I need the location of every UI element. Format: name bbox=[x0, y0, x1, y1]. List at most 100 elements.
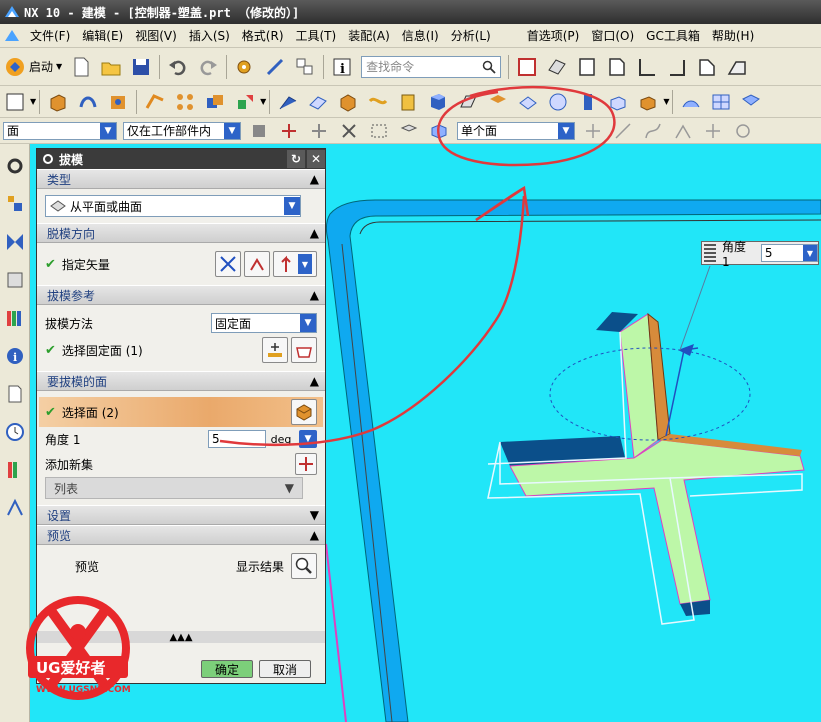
fit-view-button[interactable] bbox=[513, 54, 541, 80]
assembly-navigator-button[interactable] bbox=[2, 226, 28, 258]
save-button[interactable] bbox=[127, 54, 155, 80]
filter-settings-button[interactable] bbox=[245, 118, 273, 144]
shape-4-button[interactable] bbox=[633, 54, 661, 80]
redo-button[interactable] bbox=[194, 54, 222, 80]
reverse-direction-button[interactable] bbox=[215, 251, 241, 277]
shape-1-button[interactable] bbox=[543, 54, 571, 80]
block-button[interactable] bbox=[604, 89, 632, 115]
new-file-button[interactable] bbox=[67, 54, 95, 80]
draft-type-select[interactable]: 从平面或曲面 ▼ bbox=[45, 195, 301, 217]
snap-button[interactable] bbox=[275, 118, 303, 144]
window-button[interactable] bbox=[291, 54, 319, 80]
sketch-button[interactable] bbox=[1, 89, 29, 115]
snap-point-2[interactable] bbox=[609, 118, 637, 144]
face-select-button[interactable] bbox=[395, 118, 423, 144]
ok-button[interactable]: 确定 bbox=[201, 660, 253, 678]
shape-5-button[interactable] bbox=[663, 54, 691, 80]
open-button[interactable] bbox=[97, 54, 125, 80]
draft-body-button[interactable] bbox=[454, 89, 482, 115]
menu-format[interactable]: 格式(R) bbox=[236, 27, 290, 44]
snap-point-4[interactable] bbox=[669, 118, 697, 144]
command-search-input[interactable]: 查找命令 bbox=[361, 55, 502, 78]
reset-icon[interactable]: ↻ bbox=[287, 150, 305, 168]
shape-7-button[interactable] bbox=[723, 54, 751, 80]
show-result-button[interactable] bbox=[291, 553, 317, 579]
set-list-dropdown[interactable]: 列表 ▼ bbox=[45, 477, 303, 499]
menu-assembly[interactable]: 装配(A) bbox=[342, 27, 396, 44]
menu-analysis[interactable]: 分析(L) bbox=[445, 27, 497, 44]
selection-scope-select[interactable]: 仅在工作部件内 ▼ bbox=[123, 121, 241, 140]
snap-point-6[interactable] bbox=[729, 118, 757, 144]
palette-button[interactable] bbox=[2, 454, 28, 486]
trim-button[interactable] bbox=[364, 89, 392, 115]
vector-type-select[interactable]: ▼ bbox=[273, 251, 317, 277]
hole-button[interactable] bbox=[104, 89, 132, 115]
snap-point-3[interactable] bbox=[639, 118, 667, 144]
cylinder-button[interactable] bbox=[574, 89, 602, 115]
constraint-navigator-button[interactable] bbox=[2, 264, 28, 296]
document-button[interactable] bbox=[2, 378, 28, 410]
collapse-icon[interactable]: ▲ bbox=[310, 172, 319, 186]
menu-file[interactable]: 文件(F) bbox=[24, 27, 76, 44]
close-icon[interactable]: ✕ bbox=[307, 150, 325, 168]
section-direction-header[interactable]: 脱模方向 ▲ bbox=[37, 223, 325, 243]
menu-insert[interactable]: 插入(S) bbox=[183, 27, 236, 44]
shape-6-button[interactable] bbox=[693, 54, 721, 80]
revolve-button[interactable] bbox=[74, 89, 102, 115]
extrude-button[interactable] bbox=[44, 89, 72, 115]
draft-button[interactable] bbox=[424, 89, 452, 115]
cross-select-button[interactable] bbox=[335, 118, 363, 144]
specify-vector-row[interactable]: ✔ 指定矢量 ▼ bbox=[45, 249, 317, 279]
collapse-icon[interactable]: ▲ bbox=[310, 288, 319, 302]
chamfer-button[interactable] bbox=[304, 89, 332, 115]
collapse-icon[interactable]: ▲ bbox=[310, 374, 319, 388]
menu-view[interactable]: 视图(V) bbox=[129, 27, 183, 44]
drag-grip-icon[interactable] bbox=[704, 244, 716, 262]
chevron-down-icon[interactable]: ▼ bbox=[803, 245, 817, 261]
section-preview-header[interactable]: 预览 ▲ bbox=[37, 525, 325, 545]
dialog-gear-icon[interactable] bbox=[41, 152, 55, 166]
face-rule-select[interactable]: 单个面 ▼ bbox=[457, 121, 575, 140]
section-type-header[interactable]: 类型 ▲ bbox=[37, 169, 325, 189]
section-faces-header[interactable]: 要拔模的面 ▲ bbox=[37, 371, 325, 391]
section-reference-header[interactable]: 拔模参考 ▲ bbox=[37, 285, 325, 305]
add-set-button[interactable] bbox=[295, 453, 317, 475]
snap-point-1[interactable] bbox=[579, 118, 607, 144]
shape-3-button[interactable] bbox=[603, 54, 631, 80]
touch-mode-button[interactable] bbox=[261, 54, 289, 80]
angle-dynamic-input[interactable]: 角度 1 5 ▼ bbox=[701, 240, 819, 269]
expand-icon[interactable]: ▼ bbox=[310, 508, 319, 522]
preview-checkbox-label[interactable]: 预览 bbox=[45, 558, 236, 575]
rib-button[interactable] bbox=[484, 89, 512, 115]
surface-button[interactable] bbox=[677, 89, 705, 115]
angle-menu-button[interactable]: ▼ bbox=[299, 430, 317, 448]
menu-tools[interactable]: 工具(T) bbox=[290, 27, 343, 44]
angle-input[interactable]: 5 bbox=[208, 430, 266, 448]
collapse-icon[interactable]: ▲ bbox=[310, 528, 319, 542]
info-window-button[interactable]: i bbox=[2, 340, 28, 372]
emboss-button[interactable] bbox=[514, 89, 542, 115]
rect-select-button[interactable] bbox=[365, 118, 393, 144]
select-faces-row[interactable]: ✔ 选择面 (2) bbox=[39, 397, 323, 427]
cancel-button[interactable]: 取消 bbox=[259, 660, 311, 678]
point-button[interactable] bbox=[305, 118, 333, 144]
shape-2-button[interactable] bbox=[573, 54, 601, 80]
search-icon[interactable] bbox=[482, 60, 496, 74]
menu-gc-toolbox[interactable]: GC工具箱 bbox=[640, 27, 706, 44]
resource-settings-button[interactable] bbox=[2, 150, 28, 182]
history-button[interactable] bbox=[2, 416, 28, 448]
angle-widget-value-field[interactable]: 5 ▼ bbox=[760, 244, 818, 262]
sew-button[interactable] bbox=[737, 89, 765, 115]
select-fixed-face-row[interactable]: ✔ 选择固定面 (1) bbox=[45, 335, 317, 365]
section-settings-header[interactable]: 设置 ▼ bbox=[37, 505, 325, 525]
sphere-button[interactable] bbox=[544, 89, 572, 115]
undo-button[interactable] bbox=[164, 54, 192, 80]
roles-button[interactable] bbox=[2, 492, 28, 524]
reuse-library-button[interactable] bbox=[2, 302, 28, 334]
fixed-face-button[interactable] bbox=[291, 337, 317, 363]
info-button[interactable]: i bbox=[328, 54, 356, 80]
collapse-icon[interactable]: ▲ bbox=[310, 226, 319, 240]
edge-blend-button[interactable] bbox=[274, 89, 302, 115]
select-faces-button[interactable] bbox=[291, 399, 317, 425]
part-navigator-button[interactable] bbox=[2, 188, 28, 220]
